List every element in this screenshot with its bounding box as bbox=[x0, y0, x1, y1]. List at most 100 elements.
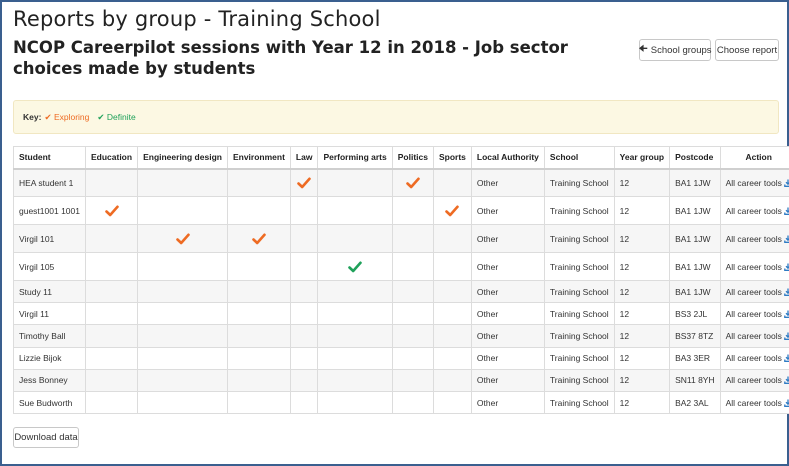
download-icon bbox=[783, 376, 789, 385]
sector-politics-cell bbox=[391, 224, 434, 253]
download-icon bbox=[783, 288, 789, 296]
download-icon bbox=[783, 207, 789, 215]
school-groups-label: School groups bbox=[650, 44, 712, 56]
local-authority-cell: Other bbox=[470, 302, 545, 326]
sector-engineering-design-cell bbox=[137, 390, 228, 415]
postcode-cell: BA1 1JW bbox=[669, 279, 721, 304]
sector-politics-cell bbox=[391, 302, 434, 326]
column-header: Action bbox=[719, 146, 789, 170]
check-icon bbox=[406, 177, 420, 189]
column-header: Politics bbox=[391, 146, 434, 170]
postcode-cell: BA1 1JW bbox=[669, 224, 721, 253]
postcode-cell: BA1 1JW bbox=[669, 252, 721, 281]
table-body: HEA student 1 Other Training School 12 BA1 1… bbox=[13, 168, 789, 415]
all-career-tools-link[interactable]: All career tools bbox=[719, 196, 789, 225]
all-career-tools-link[interactable]: All career tools bbox=[719, 368, 789, 392]
table-row: guest1001 1001 Other Training School 12 BA1 … bbox=[13, 196, 789, 225]
postcode-cell: SN11 8YH bbox=[669, 368, 721, 392]
sector-performing-arts-cell bbox=[317, 302, 393, 326]
sector-education-cell bbox=[84, 368, 139, 392]
download-icon bbox=[783, 310, 789, 318]
student-name-cell: Timothy Ball bbox=[13, 324, 86, 348]
all-career-tools-link[interactable]: All career tools bbox=[719, 346, 789, 370]
key-exploring-label: Exploring bbox=[53, 111, 90, 122]
table-row: Virgil 11 Other Training School 12 BS3 2JL Al… bbox=[13, 302, 789, 326]
sector-sports-cell bbox=[432, 168, 472, 197]
all-career-tools-link[interactable]: All career tools bbox=[719, 168, 789, 197]
local-authority-cell: Other bbox=[470, 168, 545, 197]
sector-performing-arts-cell bbox=[317, 346, 393, 370]
year-group-cell: 12 bbox=[613, 252, 671, 281]
year-group-cell: 12 bbox=[613, 168, 671, 197]
sector-environment-cell bbox=[226, 368, 291, 392]
sector-environment-cell bbox=[226, 324, 291, 348]
postcode-cell: BA3 3ER bbox=[669, 346, 721, 370]
all-career-tools-label: All career tools bbox=[725, 397, 782, 408]
year-group-cell: 12 bbox=[613, 302, 671, 326]
sector-education-cell bbox=[84, 252, 139, 281]
sector-law-cell bbox=[289, 302, 319, 326]
all-career-tools-link[interactable]: All career tools bbox=[719, 252, 789, 281]
column-header: Sports bbox=[432, 146, 472, 170]
sector-education-cell bbox=[84, 324, 139, 348]
all-career-tools-link[interactable]: All career tools bbox=[719, 224, 789, 253]
local-authority-cell: Other bbox=[470, 346, 545, 370]
school-cell: Training School bbox=[543, 168, 615, 197]
results-table: Student Education Engineering design Env… bbox=[13, 146, 789, 415]
download-data-button[interactable]: Download data bbox=[13, 427, 79, 448]
all-career-tools-link[interactable]: All career tools bbox=[719, 279, 789, 304]
student-name-cell: HEA student 1 bbox=[13, 168, 86, 197]
key-label: Key: bbox=[23, 112, 42, 122]
sector-performing-arts-cell bbox=[317, 368, 393, 392]
check-icon bbox=[252, 233, 266, 244]
year-group-cell: 12 bbox=[613, 196, 671, 225]
key-exploring: ✔ Exploring bbox=[44, 112, 89, 123]
school-cell: Training School bbox=[543, 324, 615, 348]
sector-performing-arts-cell bbox=[317, 196, 393, 225]
arrow-left-icon: 🠈 bbox=[638, 43, 648, 55]
sector-sports-cell bbox=[432, 346, 472, 370]
postcode-cell: BA2 3AL bbox=[669, 390, 721, 415]
column-header: Engineering design bbox=[137, 146, 228, 170]
student-name-cell: Study 11 bbox=[13, 279, 86, 304]
check-icon bbox=[297, 177, 311, 189]
sector-engineering-design-cell bbox=[137, 346, 228, 370]
sector-education-cell bbox=[84, 346, 139, 370]
student-name-cell: Sue Budworth bbox=[13, 390, 86, 415]
sector-engineering-design-cell bbox=[137, 368, 228, 392]
all-career-tools-label: All career tools bbox=[725, 205, 782, 216]
all-career-tools-label: All career tools bbox=[725, 177, 782, 188]
sector-environment-cell bbox=[226, 224, 291, 253]
all-career-tools-label: All career tools bbox=[725, 286, 782, 297]
all-career-tools-label: All career tools bbox=[725, 330, 782, 341]
sector-politics-cell bbox=[391, 324, 434, 348]
student-name-cell: Virgil 101 bbox=[13, 224, 86, 253]
download-icon bbox=[783, 263, 789, 271]
sector-sports-cell bbox=[432, 279, 472, 304]
school-cell: Training School bbox=[543, 196, 615, 225]
school-groups-button[interactable]: 🠈 School groups bbox=[638, 39, 712, 61]
local-authority-cell: Other bbox=[470, 224, 545, 253]
all-career-tools-label: All career tools bbox=[725, 353, 782, 364]
sector-politics-cell bbox=[391, 279, 434, 304]
check-icon: ✔ bbox=[44, 111, 52, 122]
table-row: HEA student 1 Other Training School 12 BA1 1… bbox=[13, 168, 789, 197]
postcode-cell: BA1 1JW bbox=[669, 168, 721, 197]
all-career-tools-label: All career tools bbox=[725, 261, 782, 272]
sector-law-cell bbox=[289, 390, 319, 415]
choose-report-button[interactable]: Choose report bbox=[715, 39, 779, 61]
sector-environment-cell bbox=[226, 279, 291, 304]
column-header: Education bbox=[84, 146, 139, 170]
sector-performing-arts-cell bbox=[317, 168, 393, 197]
page-frame: Reports by group - Training School NCOP … bbox=[0, 0, 789, 466]
all-career-tools-link[interactable]: All career tools bbox=[719, 302, 789, 326]
all-career-tools-label: All career tools bbox=[725, 233, 782, 244]
school-cell: Training School bbox=[543, 390, 615, 415]
table-header-row: Student Education Engineering design Env… bbox=[13, 146, 789, 170]
sector-law-cell bbox=[289, 168, 319, 197]
all-career-tools-link[interactable]: All career tools bbox=[719, 390, 789, 415]
local-authority-cell: Other bbox=[470, 279, 545, 304]
sector-law-cell bbox=[289, 279, 319, 304]
all-career-tools-link[interactable]: All career tools bbox=[719, 324, 789, 348]
sector-law-cell bbox=[289, 368, 319, 392]
